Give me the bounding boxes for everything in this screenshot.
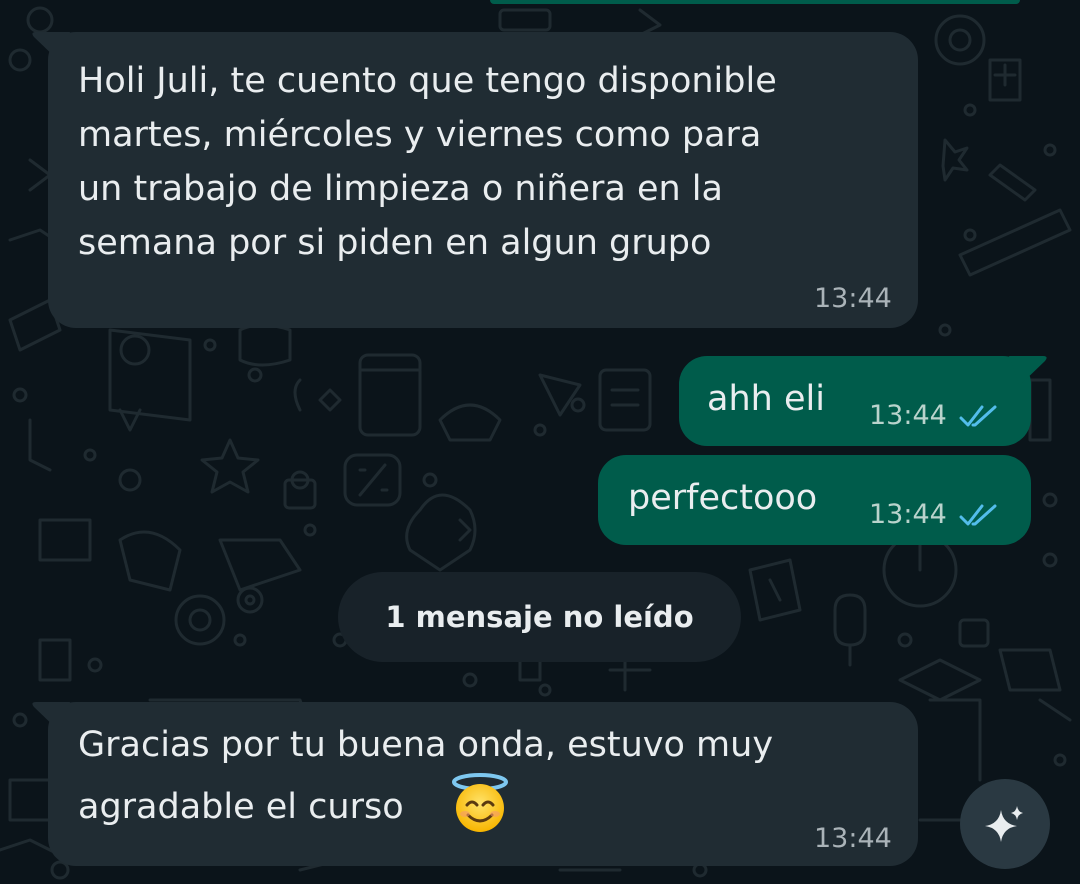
message-bubble-outgoing[interactable]: perfectooo 13:44	[598, 455, 1031, 545]
smiling-face-with-halo-icon	[452, 773, 508, 832]
message-time: 13:44	[869, 400, 947, 431]
unread-messages-divider: 1 mensaje no leído	[338, 572, 741, 662]
message-bubble-incoming[interactable]: Gracias por tu buena onda, estuvo muy ag…	[32, 702, 918, 866]
bubble-tail	[32, 32, 70, 62]
read-ticks-icon	[959, 405, 997, 427]
message-bubble-incoming[interactable]: Holi Juli, te cuento que tengo disponibl…	[32, 32, 918, 328]
message-text-line: Gracias por tu buena onda, estuvo muy	[78, 725, 774, 765]
message-text: perfectooo	[628, 478, 818, 518]
message-bubble-outgoing[interactable]: ahh eli 13:44	[679, 356, 1047, 446]
message-text-line: agradable el curso	[78, 787, 404, 827]
message-text: ahh eli	[707, 379, 825, 419]
message-time: 13:44	[814, 283, 892, 314]
sparkle-icon	[985, 806, 1023, 842]
read-ticks-icon	[959, 504, 997, 526]
bubble-tail	[1009, 356, 1047, 386]
unread-messages-label: 1 mensaje no leído	[385, 600, 694, 634]
message-time: 13:44	[869, 499, 947, 530]
message-time: 13:44	[814, 823, 892, 854]
bubble-tail	[32, 702, 70, 732]
ai-sparkle-button[interactable]	[960, 779, 1050, 869]
message-text: Holi Juli, te cuento que tengo disponibl…	[78, 61, 777, 263]
previous-message-edge	[490, 0, 1020, 4]
